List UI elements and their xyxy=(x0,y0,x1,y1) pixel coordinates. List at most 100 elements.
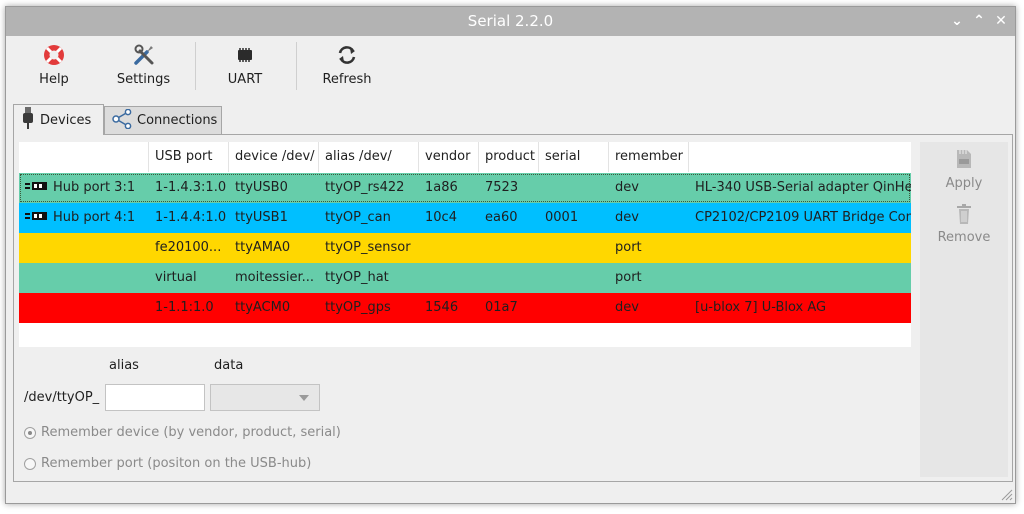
usb-plug-icon xyxy=(22,107,34,133)
cell-device: ttyACM0 xyxy=(229,293,319,323)
cell-serial: 0001 xyxy=(539,203,609,233)
dev-prefix-label: /dev/ttyOP_ xyxy=(24,390,100,405)
remember-device-label: Remember device (by vendor, product, ser… xyxy=(41,425,341,440)
lifebuoy-icon xyxy=(24,42,84,68)
header-alias[interactable]: alias /dev/ xyxy=(319,142,419,172)
radio-checked-icon xyxy=(24,426,36,439)
cell-text: [u-blox 7] U-Blox AG xyxy=(695,300,827,315)
tab-connections[interactable]: Connections xyxy=(104,106,222,134)
tab-devices[interactable]: Devices xyxy=(13,104,104,135)
cell-text: ttyACM0 xyxy=(235,300,291,315)
toolbar-separator xyxy=(296,42,297,90)
uart-button[interactable]: UART xyxy=(214,42,276,94)
tools-icon xyxy=(106,42,181,68)
cell-product: ea60 xyxy=(479,203,539,233)
cell-vendor xyxy=(419,233,479,263)
alias-input[interactable] xyxy=(105,384,205,411)
cell-product: 01a7 xyxy=(479,293,539,323)
cell-vendor: 1546 xyxy=(419,293,479,323)
table-row[interactable]: fe20100... ttyAMA0 ttyOP_sensor port xyxy=(19,233,911,263)
help-label: Help xyxy=(39,72,69,87)
cell-remember: dev xyxy=(609,203,689,233)
window-title: Serial 2.2.0 xyxy=(467,12,554,30)
cell-device: ttyUSB0 xyxy=(229,173,319,203)
usb-hub-icon xyxy=(25,203,47,232)
cell-text: ttyOP_can xyxy=(325,210,391,225)
header-hub xyxy=(19,142,149,172)
settings-button[interactable]: Settings xyxy=(106,42,181,94)
cell-text: ttyOP_rs422 xyxy=(325,180,405,195)
table-row[interactable]: 1-1.1:1.0 ttyACM0 ttyOP_gps 1546 01a7 dev [u-b… xyxy=(19,293,911,323)
cell-text: ttyUSB1 xyxy=(235,210,288,225)
cell-usb-port: 1-1.1:1.0 xyxy=(149,293,229,323)
cell-text: 1-1.1:1.0 xyxy=(155,300,214,315)
maximize-icon[interactable]: ⌃ xyxy=(969,11,989,31)
cell-product xyxy=(479,263,539,293)
cell-hub xyxy=(19,263,149,293)
devices-table: USB port device /dev/ alias /dev/ vendor… xyxy=(19,142,911,347)
header-product[interactable]: product xyxy=(479,142,539,172)
cell-text: ttyUSB0 xyxy=(235,180,288,195)
cell-alias: ttyOP_gps xyxy=(319,293,419,323)
cell-serial xyxy=(539,263,609,293)
remember-device-radio[interactable]: Remember device (by vendor, product, ser… xyxy=(24,425,341,440)
cell-device: moitessier... xyxy=(229,263,319,293)
header-vendor[interactable]: vendor xyxy=(419,142,479,172)
table-row[interactable]: Hub port 4:1 1-1.4.4:1.0 ttyUSB1 ttyOP_can 1… xyxy=(19,203,911,233)
cell-text: 0001 xyxy=(545,210,579,225)
cell-text: port xyxy=(615,270,642,285)
cell-hub xyxy=(19,293,149,323)
cell-text: ttyAMA0 xyxy=(235,240,291,255)
resize-grip-icon[interactable] xyxy=(999,487,1013,501)
close-icon[interactable]: ✕ xyxy=(991,11,1011,31)
data-select[interactable] xyxy=(210,384,320,411)
cell-text: 1546 xyxy=(425,300,459,315)
refresh-icon xyxy=(316,42,378,68)
cell-alias: ttyOP_can xyxy=(319,203,419,233)
cell-description xyxy=(689,233,911,263)
usb-hub-icon xyxy=(25,173,47,202)
table-row[interactable]: virtual moitessier... ttyOP_hat port xyxy=(19,263,911,293)
cell-text: 1a86 xyxy=(425,180,458,195)
action-sidebar: Apply Remove xyxy=(920,142,1008,477)
cell-text: Hub port 4:1 xyxy=(53,210,136,225)
sd-card-icon xyxy=(920,146,1008,172)
apply-button[interactable]: Apply xyxy=(920,146,1008,191)
cell-text: dev xyxy=(615,180,639,195)
header-serial[interactable]: serial xyxy=(539,142,609,172)
cell-hub xyxy=(19,233,149,263)
cell-text: fe20100... xyxy=(155,240,222,255)
cell-vendor: 1a86 xyxy=(419,173,479,203)
remove-button[interactable]: Remove xyxy=(920,202,1008,245)
refresh-label: Refresh xyxy=(322,72,372,87)
cell-description xyxy=(689,263,911,293)
minimize-icon[interactable]: ⌄ xyxy=(947,11,967,31)
cell-text: HL-340 USB-Serial adapter QinHeng xyxy=(695,180,911,195)
remember-port-label: Remember port (positon on the USB-hub) xyxy=(41,456,312,471)
table-header: USB port device /dev/ alias /dev/ vendor… xyxy=(19,142,911,172)
cell-text: Hub port 3:1 xyxy=(53,180,136,195)
trash-icon xyxy=(920,202,1008,226)
cell-usb-port: 1-1.4.3:1.0 xyxy=(149,173,229,203)
refresh-button[interactable]: Refresh xyxy=(316,42,378,94)
header-description xyxy=(689,142,911,172)
cell-description: HL-340 USB-Serial adapter QinHeng xyxy=(689,173,911,203)
devices-pane: USB port device /dev/ alias /dev/ vendor… xyxy=(13,134,1013,482)
alias-label: alias xyxy=(109,358,139,373)
help-button[interactable]: Help xyxy=(24,42,84,94)
header-remember[interactable]: remember xyxy=(609,142,689,172)
cell-usb-port: virtual xyxy=(149,263,229,293)
uart-label: UART xyxy=(227,72,263,87)
remember-port-radio[interactable]: Remember port (positon on the USB-hub) xyxy=(24,456,311,471)
cell-device: ttyUSB1 xyxy=(229,203,319,233)
header-device[interactable]: device /dev/ xyxy=(229,142,319,172)
cell-usb-port: 1-1.4.4:1.0 xyxy=(149,203,229,233)
header-usb-port[interactable]: USB port xyxy=(149,142,229,172)
cell-serial xyxy=(539,233,609,263)
chip-icon xyxy=(214,42,276,68)
tab-devices-label: Devices xyxy=(40,112,92,128)
share-icon xyxy=(111,108,133,133)
cell-description: [u-blox 7] U-Blox AG xyxy=(689,293,911,323)
table-row[interactable]: Hub port 3:1 1-1.4.3:1.0 ttyUSB0 ttyOP_rs42… xyxy=(19,173,911,203)
cell-text: moitessier... xyxy=(235,270,315,285)
